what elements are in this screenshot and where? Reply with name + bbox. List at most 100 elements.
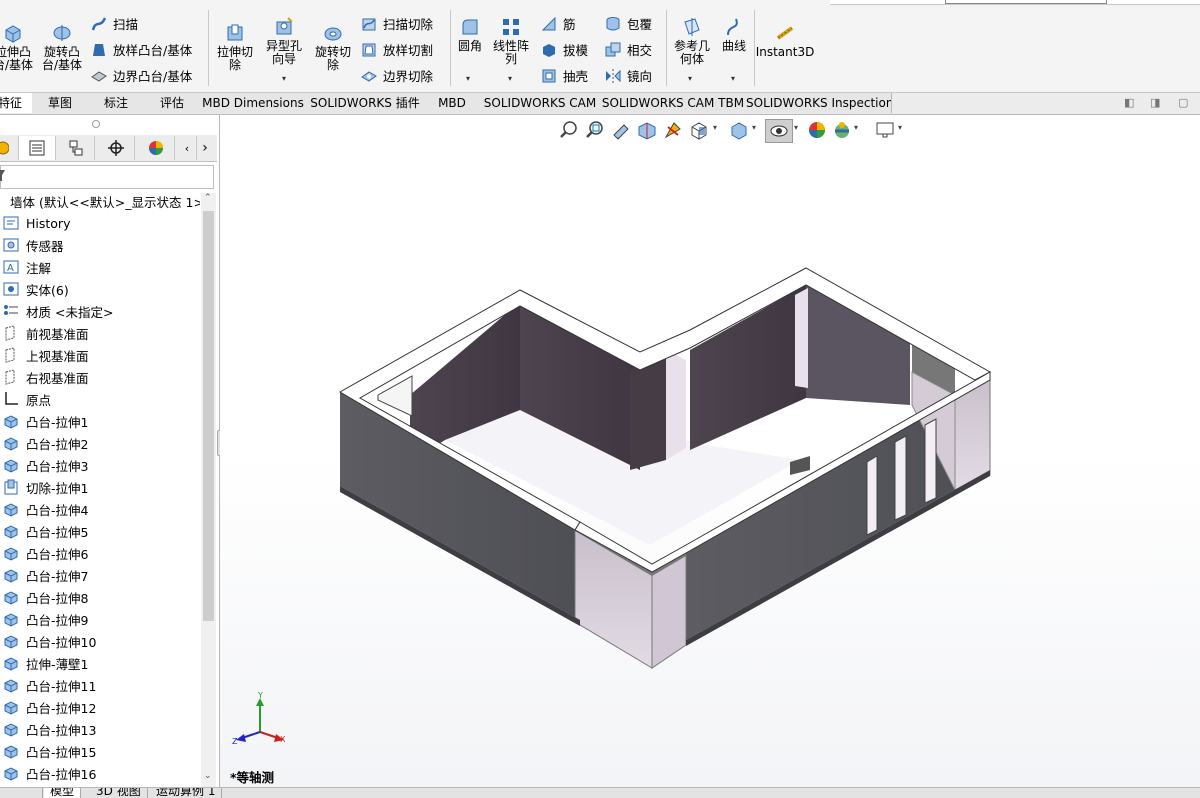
tab-scroll-right-icon[interactable]: ◨ [1150, 96, 1160, 109]
tree-item[interactable]: 上视基准面 [2, 345, 89, 365]
search-box[interactable] [945, 0, 1107, 4]
reference-geometry-label: 参考几 何体 [673, 39, 710, 66]
mirror-icon [606, 68, 621, 83]
displaymanager-tab[interactable] [138, 136, 175, 160]
propertymanager-tab[interactable] [19, 136, 56, 160]
tree-item[interactable]: History [2, 213, 70, 233]
draft-button[interactable]: 拔模 [540, 40, 588, 59]
wrap-icon [606, 16, 620, 30]
extrude-cut-button[interactable]: 拉伸切 除 [212, 22, 258, 72]
tree-item[interactable]: 凸台-拉伸12 [2, 697, 96, 717]
tree-item[interactable]: 凸台-拉伸15 [2, 741, 96, 761]
tree-item[interactable]: 凸台-拉伸11 [2, 675, 96, 695]
tab-solidworks-cam-tbm[interactable]: SOLIDWORKS CAM TBM [600, 93, 747, 113]
tree-item[interactable]: 凸台-拉伸7 [2, 565, 88, 585]
tree-item[interactable]: 凸台-拉伸5 [2, 521, 88, 541]
tree-item[interactable]: 传感器 [2, 235, 64, 255]
tree-item[interactable]: 凸台-拉伸13 [2, 719, 96, 739]
loft-boss-button[interactable]: 放样凸台/基体 [90, 40, 192, 59]
sweep-button[interactable]: 扫描 [90, 14, 138, 33]
tree-item[interactable]: 原点 [2, 389, 51, 409]
tree-item[interactable]: 材质 <未指定> [2, 301, 113, 321]
fillet-button[interactable]: 圆角 [452, 16, 488, 53]
reference-geometry-dropdown-icon[interactable]: ▾ [688, 74, 692, 83]
extrude-boss-icon [5, 25, 21, 43]
tab-scroll-right[interactable]: › [196, 136, 214, 160]
tab-markup[interactable]: 标注 [88, 93, 145, 113]
linear-pattern-dropdown-icon[interactable]: ▾ [508, 74, 512, 83]
tree-item[interactable]: 凸台-拉伸10 [2, 631, 96, 651]
featuremanager-tab[interactable] [0, 136, 19, 160]
linear-pattern-button[interactable]: 线性阵 列 [488, 16, 534, 66]
tree-item[interactable]: 凸台-拉伸8 [2, 587, 88, 607]
extrude-boss-button[interactable]: 拉伸凸 台/基体 [0, 22, 36, 72]
instant3d-button[interactable]: Instant3D [756, 22, 814, 59]
shell-button[interactable]: 抽壳 [540, 66, 588, 85]
tab-solidworks-addins[interactable]: SOLIDWORKS 插件 [306, 93, 425, 113]
extrude-feature-icon [4, 525, 18, 539]
tab-model[interactable]: 模型 [44, 788, 82, 798]
sweep-cut-button[interactable]: 扫描切除 [360, 14, 433, 33]
fillet-dropdown-icon[interactable]: ▾ [466, 74, 470, 83]
tab-scroll-left-icon[interactable]: ◧ [1124, 96, 1134, 109]
boundary-boss-button[interactable]: 边界凸台/基体 [90, 66, 192, 85]
tree-item[interactable]: 拉伸-薄壁1 [2, 653, 88, 673]
configurationmanager-icon [69, 140, 83, 156]
tab-mbd-dimensions[interactable]: MBD Dimensions [200, 93, 307, 113]
scroll-down-icon[interactable]: ⌄ [204, 771, 212, 781]
tab-solidworks-inspection[interactable]: SOLIDWORKS Inspection [746, 93, 892, 113]
curves-button[interactable]: 曲线 [716, 16, 752, 53]
tree-item-label: 凸台-拉伸1 [26, 414, 89, 430]
mirror-button[interactable]: 镜向 [604, 66, 652, 85]
model-3d-render[interactable] [220, 115, 1200, 787]
restore-icon[interactable]: ▢ [1178, 96, 1188, 109]
tree-item-label: 切除-拉伸1 [26, 480, 89, 496]
rib-button[interactable]: 筋 [540, 14, 576, 33]
rib-icon [541, 16, 556, 30]
tree-item[interactable]: 凸台-拉伸2 [2, 433, 88, 453]
tree-item[interactable]: 前视基准面 [2, 323, 89, 343]
tree-item[interactable]: 凸台-拉伸16 [2, 763, 96, 783]
tab-scroll-left[interactable]: ‹ [178, 136, 197, 160]
revolve-boss-button[interactable]: 旋转凸 台/基体 [38, 22, 86, 72]
configurationmanager-tab[interactable] [58, 136, 95, 160]
dimxpertmanager-tab[interactable] [98, 136, 135, 160]
curves-dropdown-icon[interactable]: ▾ [731, 74, 735, 83]
rib-label: 筋 [563, 17, 576, 32]
loft-cut-button[interactable]: 放样切割 [360, 40, 433, 59]
extrude-feature-icon [4, 547, 18, 561]
tab-sketch[interactable]: 草图 [32, 93, 89, 113]
reference-geometry-button[interactable]: 参考几 何体 [670, 16, 714, 66]
tree-item[interactable]: 右视基准面 [2, 367, 89, 387]
wrap-button[interactable]: 包覆 [604, 14, 652, 33]
tab-3d-views[interactable]: 3D 视图 [90, 788, 148, 798]
plane-icon [5, 347, 15, 363]
intersect-button[interactable]: 相交 [604, 40, 652, 59]
tree-item[interactable]: A 注解 [2, 257, 51, 277]
tab-motion-study-1[interactable]: 运动算例 1 [150, 788, 223, 798]
tree-item[interactable]: 凸台-拉伸9 [2, 609, 88, 629]
hole-wizard-dropdown-icon[interactable]: ▾ [282, 74, 286, 83]
tree-filter-input[interactable] [0, 165, 214, 189]
tree-item[interactable]: 切除-拉伸1 [2, 477, 88, 497]
tab-nav-arrows[interactable] [0, 788, 43, 798]
boundary-cut-button[interactable]: 边界切除 [360, 66, 433, 85]
revolve-cut-button[interactable]: 旋转切 除 [310, 22, 356, 72]
tree-item[interactable]: 实体(6) [2, 279, 69, 299]
tree-item[interactable]: 凸台-拉伸6 [2, 543, 88, 563]
scroll-up-icon[interactable]: ⌃ [204, 193, 212, 203]
panel-grip-icon[interactable] [92, 120, 100, 128]
tab-evaluate[interactable]: 评估 [144, 93, 201, 113]
tree-item[interactable]: 凸台-拉伸4 [2, 499, 88, 519]
tab-solidworks-cam[interactable]: SOLIDWORKS CAM [480, 93, 601, 113]
tab-mbd[interactable]: MBD [424, 93, 481, 113]
tree-item[interactable]: 凸台-拉伸1 [2, 411, 88, 431]
tree-item[interactable]: 凸台-拉伸3 [2, 455, 88, 475]
scroll-thumb[interactable] [203, 211, 214, 621]
hole-wizard-button[interactable]: 异型孔 向导 [260, 16, 308, 66]
graphics-area[interactable]: ▾ ▾ ▾ ▾ ▾ Y X Z *等轴测 [220, 115, 1200, 787]
small-partition [790, 456, 810, 475]
tree-root-part[interactable]: 墙体 (默认<<默认>_显示状态 1>) [0, 191, 200, 211]
tree-scrollbar[interactable]: ⌃ ⌄ [201, 193, 216, 787]
tab-features[interactable]: 特征 [0, 93, 33, 113]
